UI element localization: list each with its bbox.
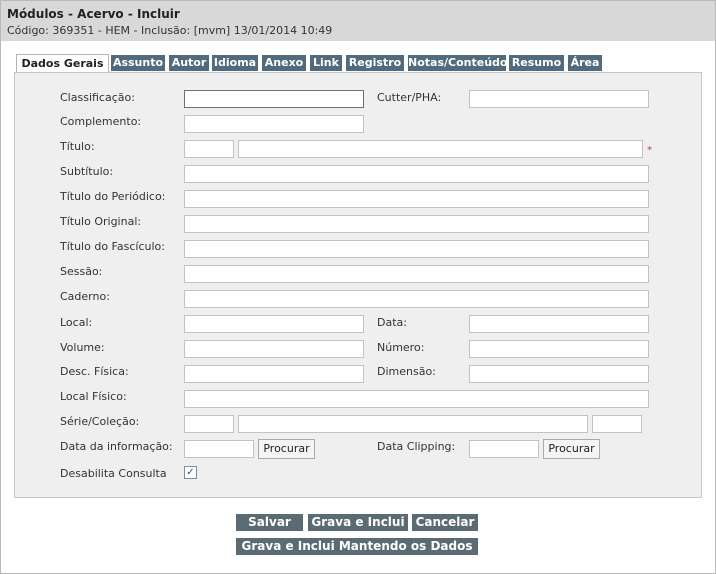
tab-resumo[interactable]: Resumo — [509, 55, 564, 71]
label-classificacao: Classificação: — [60, 91, 135, 104]
cutter-input[interactable] — [469, 90, 649, 108]
serie-code-input[interactable] — [184, 415, 234, 433]
procurar-data-informacao-button[interactable]: Procurar — [258, 439, 315, 459]
tab-dados-gerais[interactable]: Dados Gerais — [16, 54, 109, 74]
serie-colecao-input[interactable] — [238, 415, 588, 433]
label-data: Data: — [377, 316, 407, 329]
record-info: Código: 369351 - HEM - Inclusão: [mvm] 1… — [7, 24, 333, 37]
page-title: Módulos - Acervo - Incluir — [7, 7, 180, 21]
salvar-button[interactable]: Salvar — [236, 514, 303, 531]
tab-notas-conteudo[interactable]: Notas/Conteúdo — [408, 55, 507, 71]
label-titulo-periodico: Título do Periódico: — [60, 190, 166, 203]
dialog-window: Módulos - Acervo - Incluir Código: 36935… — [0, 0, 716, 574]
tab-autor[interactable]: Autor — [169, 55, 209, 71]
label-dimensao: Dimensão: — [377, 365, 436, 378]
label-sessao: Sessão: — [60, 265, 103, 278]
subtitulo-input[interactable] — [184, 165, 649, 183]
label-cutter: Cutter/PHA: — [377, 91, 442, 104]
titulo-original-input[interactable] — [184, 215, 649, 233]
desc-fisica-input[interactable] — [184, 365, 364, 383]
label-numero: Número: — [377, 341, 425, 354]
tab-idioma[interactable]: Idioma — [212, 55, 258, 71]
header-bar: Módulos - Acervo - Incluir Código: 36935… — [1, 1, 715, 41]
label-data-informacao: Data da informação: — [60, 440, 173, 453]
procurar-data-clipping-button[interactable]: Procurar — [543, 439, 600, 459]
desabilita-consulta-checkbox[interactable]: ✓ — [184, 466, 197, 479]
grava-inclui-button[interactable]: Grava e Inclui — [308, 514, 408, 531]
volume-input[interactable] — [184, 340, 364, 358]
label-desc-fisica: Desc. Física: — [60, 365, 129, 378]
form-panel: Classificação: Cutter/PHA: Complemento: … — [14, 72, 702, 498]
label-titulo-fasciculo: Título do Fascículo: — [60, 240, 165, 253]
tab-link[interactable]: Link — [310, 55, 342, 71]
serie-number-input[interactable] — [592, 415, 642, 433]
label-volume: Volume: — [60, 341, 105, 354]
titulo-prefix-input[interactable] — [184, 140, 234, 158]
dimensao-input[interactable] — [469, 365, 649, 383]
data-informacao-input[interactable] — [184, 440, 254, 458]
tab-registro[interactable]: Registro — [346, 55, 404, 71]
label-titulo: Título: — [60, 140, 95, 153]
titulo-fasciculo-input[interactable] — [184, 240, 649, 258]
tab-area[interactable]: Área — [568, 55, 602, 71]
tab-anexo[interactable]: Anexo — [262, 55, 306, 71]
label-data-clipping: Data Clipping: — [377, 440, 456, 453]
tab-assunto[interactable]: Assunto — [111, 55, 165, 71]
numero-input[interactable] — [469, 340, 649, 358]
label-serie-colecao: Série/Coleção: — [60, 415, 140, 428]
local-input[interactable] — [184, 315, 364, 333]
grava-inclui-mantendo-button[interactable]: Grava e Inclui Mantendo os Dados — [236, 538, 478, 555]
label-caderno: Caderno: — [60, 290, 110, 303]
complemento-input[interactable] — [184, 115, 364, 133]
data-input[interactable] — [469, 315, 649, 333]
label-local-fisico: Local Físico: — [60, 390, 127, 403]
data-clipping-input[interactable] — [469, 440, 539, 458]
label-titulo-original: Título Original: — [60, 215, 142, 228]
classificacao-input[interactable] — [184, 90, 364, 108]
titulo-input[interactable] — [238, 140, 643, 158]
required-marker: * — [647, 145, 652, 156]
cancelar-button[interactable]: Cancelar — [412, 514, 478, 531]
caderno-input[interactable] — [184, 290, 649, 308]
label-desabilita-consulta: Desabilita Consulta — [60, 467, 167, 480]
label-local: Local: — [60, 316, 93, 329]
label-subtitulo: Subtítulo: — [60, 165, 114, 178]
sessao-input[interactable] — [184, 265, 649, 283]
local-fisico-input[interactable] — [184, 390, 649, 408]
label-complemento: Complemento: — [60, 115, 142, 128]
titulo-periodico-input[interactable] — [184, 190, 649, 208]
